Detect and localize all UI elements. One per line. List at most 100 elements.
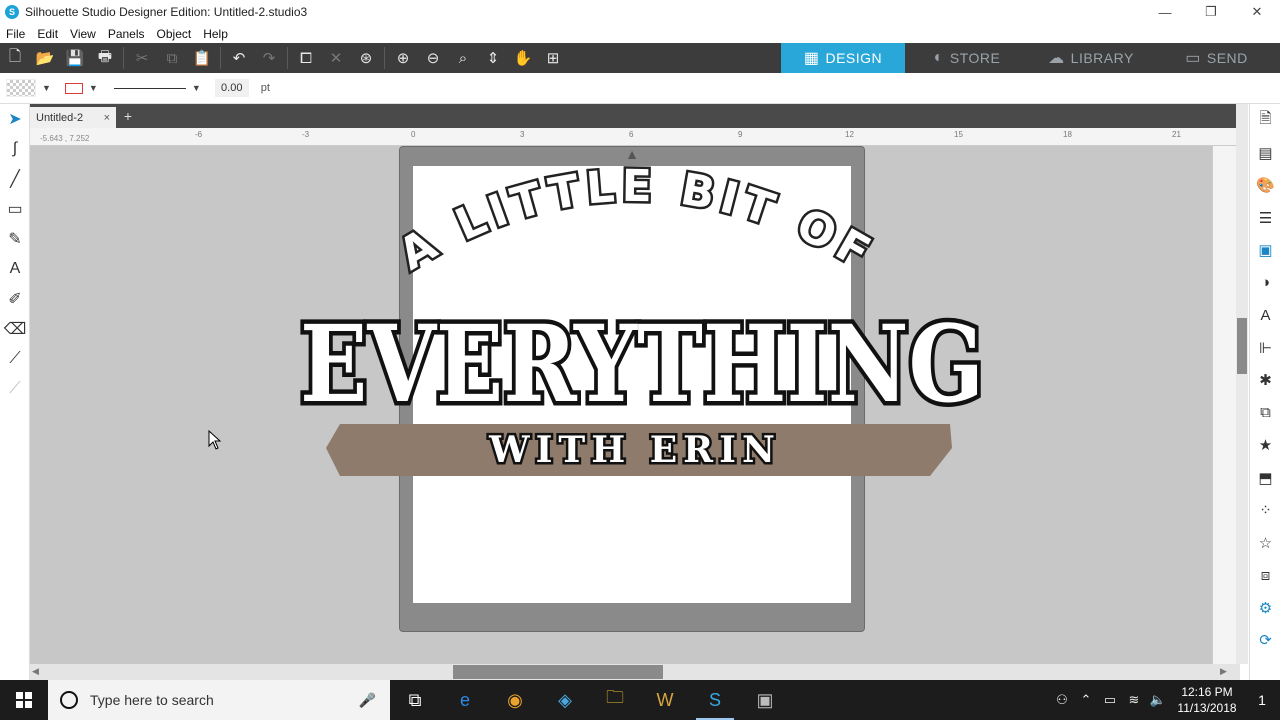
menu-view[interactable]: View (64, 27, 102, 41)
line-color-dropdown-icon[interactable]: ▼ (89, 83, 98, 93)
offset-icon[interactable]: ▣ (1250, 234, 1280, 267)
ruler-label: 6 (629, 130, 634, 139)
pixscan-icon[interactable]: ▤ (1250, 137, 1280, 170)
replicate-icon[interactable]: ✱ (1250, 364, 1280, 397)
layers-icon[interactable]: ⧈ (1250, 559, 1280, 592)
line-tool-icon[interactable]: ╱ (0, 164, 30, 194)
menu-panels[interactable]: Panels (102, 27, 151, 41)
save-icon[interactable]: 💾 (60, 43, 90, 73)
select-all-icon[interactable]: ⊛ (351, 43, 381, 73)
people-icon[interactable]: ⚇ (1050, 692, 1074, 708)
notification-center-icon[interactable]: 1 (1244, 692, 1280, 708)
pan-hand-icon[interactable]: ✋ (508, 43, 538, 73)
microphone-icon[interactable]: 🎤 (359, 692, 376, 709)
ungroup-icon[interactable]: ✕ (321, 43, 351, 73)
new-document-icon[interactable]: 🗋 (0, 43, 30, 73)
zoom-out-icon[interactable]: ⊖ (418, 43, 448, 73)
add-tab-button[interactable]: + (120, 107, 136, 125)
minimize-button[interactable]: — (1142, 0, 1188, 24)
taskbar-clock[interactable]: 12:16 PM 11/13/2018 (1170, 684, 1244, 716)
fit-to-page-icon[interactable]: ⊞ (538, 43, 568, 73)
show-hidden-icons-icon[interactable]: ⌃ (1074, 692, 1098, 708)
menu-help[interactable]: Help (197, 27, 234, 41)
wifi-icon[interactable]: ≋ (1122, 692, 1146, 708)
volume-icon[interactable]: 🔈 (1146, 692, 1170, 708)
battery-icon[interactable]: ▭ (1098, 692, 1122, 708)
cloud-icon: ☁ (1048, 50, 1065, 67)
line-style-preview[interactable] (113, 87, 186, 89)
rectangle-tool-icon[interactable]: ▭ (0, 194, 30, 224)
select-arrow-icon[interactable]: ➤ (0, 104, 30, 134)
scroll-right-icon[interactable]: ▶ (1220, 666, 1227, 677)
close-button[interactable]: ✕ (1234, 0, 1280, 24)
text-style-icon[interactable]: A (1250, 299, 1280, 332)
line-style-icon[interactable]: ☰ (1250, 202, 1280, 235)
line-style-dropdown-icon[interactable]: ▼ (192, 83, 201, 93)
redo-icon[interactable]: ↷ (254, 43, 284, 73)
knife-icon[interactable]: ⟋ (0, 344, 30, 374)
draw-pencil-icon[interactable]: ✎ (0, 224, 30, 254)
tab-store[interactable]: ◐ STORE (905, 43, 1029, 73)
arc-text[interactable]: A LITTLE BIT OF (388, 158, 883, 284)
line-color-swatch[interactable] (64, 82, 83, 94)
vertical-scrollbar[interactable] (1236, 104, 1248, 664)
close-tab-icon[interactable]: × (104, 112, 110, 124)
transparency-icon[interactable]: ◑ (1250, 267, 1280, 300)
document-tab[interactable]: Untitled-2 × (30, 107, 116, 128)
cutter-icon: ▭ (1185, 50, 1201, 67)
design-artwork[interactable]: A LITTLE BIT OF EVERYTHING WITH ERIN (30, 146, 1212, 664)
fill-swatch[interactable] (6, 79, 36, 97)
fill-color-palette-icon[interactable]: 🎨 (1250, 169, 1280, 202)
sketch-tool-icon[interactable]: ✐ (0, 284, 30, 314)
copy-icon[interactable]: ⧉ (157, 43, 187, 73)
move-icon[interactable]: ⇕ (478, 43, 508, 73)
taskbar-search-box[interactable]: Type here to search 🎤 (48, 680, 390, 720)
fill-dropdown-icon[interactable]: ▼ (42, 83, 51, 93)
dots-pattern-icon[interactable]: ⁘ (1250, 494, 1280, 527)
maximize-button[interactable]: ❐ (1188, 0, 1234, 24)
zoom-selection-icon[interactable]: ⌕ (448, 43, 478, 73)
point-edit-icon[interactable]: ∫ (0, 134, 30, 164)
line-weight-input[interactable]: 0.00 (214, 79, 249, 97)
horizontal-scroll-thumb[interactable] (453, 665, 663, 679)
sync-icon[interactable]: ⟳ (1250, 624, 1280, 657)
modify-icon[interactable]: ⧉ (1250, 397, 1280, 430)
cut-icon[interactable]: ✂ (127, 43, 157, 73)
vertical-scroll-thumb[interactable] (1237, 318, 1247, 374)
settings-gear-icon[interactable]: ⚙ (1250, 592, 1280, 625)
zoom-in-icon[interactable]: ⊕ (388, 43, 418, 73)
warcraft-app-icon[interactable]: W (640, 680, 690, 720)
trace-icon[interactable]: ⬒ (1250, 462, 1280, 495)
tab-design[interactable]: ▦ DESIGN (781, 43, 905, 73)
task-view-icon[interactable]: ⧉ (390, 680, 440, 720)
chrome-browser-icon[interactable]: ◉ (490, 680, 540, 720)
windows-logo-icon (16, 692, 32, 708)
favorites-star-icon[interactable]: ☆ (1250, 527, 1280, 560)
scroll-left-icon[interactable]: ◀ (32, 666, 39, 677)
undo-icon[interactable]: ↶ (224, 43, 254, 73)
print-icon[interactable]: 🖶 (90, 43, 120, 73)
menu-edit[interactable]: Edit (31, 27, 64, 41)
windows-start-button[interactable] (0, 680, 48, 720)
toolbar-divider (287, 47, 288, 69)
eyedropper-icon[interactable]: ⟋ (0, 374, 30, 404)
tab-send[interactable]: ▭ SEND (1153, 43, 1280, 73)
group-icon[interactable]: ⧠ (291, 43, 321, 73)
menu-file[interactable]: File (0, 27, 31, 41)
edge-browser-icon[interactable]: e (440, 680, 490, 720)
banner-text[interactable]: WITH ERIN (486, 427, 781, 474)
silhouette-connect-icon[interactable]: ◈ (540, 680, 590, 720)
file-explorer-icon[interactable]: 🗀 (590, 680, 640, 720)
text-tool-icon[interactable]: A (0, 254, 30, 284)
open-folder-icon[interactable]: 📂 (30, 43, 60, 73)
eraser-icon[interactable]: ⌫ (0, 314, 30, 344)
main-text[interactable]: EVERYTHING (296, 297, 989, 431)
tab-library[interactable]: ☁ LIBRARY (1029, 43, 1153, 73)
paste-icon[interactable]: 📋 (187, 43, 217, 73)
installer-app-icon[interactable]: ▣ (740, 680, 790, 720)
page-setup-icon[interactable]: 🗎 (1250, 104, 1280, 137)
menu-object[interactable]: Object (151, 27, 198, 41)
align-icon[interactable]: ⊩ (1250, 332, 1280, 365)
library-star-icon[interactable]: ★ (1250, 429, 1280, 462)
silhouette-studio-taskbar-icon[interactable]: S (690, 680, 740, 720)
